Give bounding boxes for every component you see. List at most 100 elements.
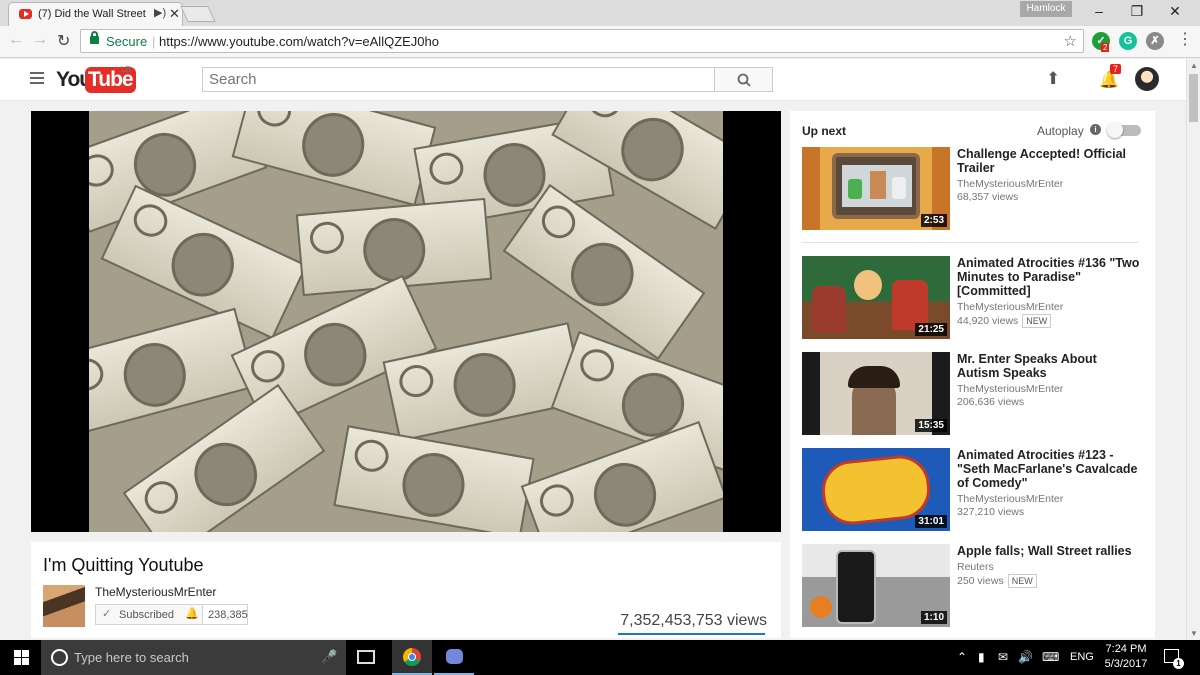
minimize-button[interactable]: – — [1084, 3, 1114, 19]
close-window-button[interactable]: ✕ — [1160, 3, 1190, 20]
page-scrollbar[interactable]: ▲ ▼ — [1186, 59, 1200, 640]
search-button[interactable] — [714, 67, 773, 92]
country-code: LB — [121, 65, 131, 74]
channel-name[interactable]: TheMysteriousMrEnter — [957, 178, 1063, 190]
close-tab-icon[interactable]: ✕ — [169, 6, 180, 22]
scroll-up-arrow-icon[interactable]: ▲ — [1190, 61, 1198, 70]
channel-name[interactable]: TheMysteriousMrEnter — [957, 493, 1063, 505]
video-thumbnail[interactable]: 21:25 — [802, 256, 950, 339]
extension-badge: 2 — [1101, 43, 1110, 52]
audio-playing-icon[interactable]: ▶) — [154, 6, 166, 19]
video-title-link[interactable]: Animated Atrocities #136 "Two Minutes to… — [957, 256, 1142, 298]
taskbar-chrome[interactable] — [392, 640, 432, 675]
video-title-link[interactable]: Animated Atrocities #123 - "Seth MacFarl… — [957, 448, 1142, 490]
chrome-icon — [403, 648, 421, 666]
new-badge: NEW — [1007, 574, 1037, 588]
video-thumbnail[interactable]: 2:53 — [802, 147, 950, 230]
grammarly-icon[interactable]: G — [1119, 32, 1137, 50]
secure-label: Secure — [106, 34, 148, 49]
money-bill — [231, 111, 437, 207]
address-bar[interactable]: Secure | https://www.youtube.com/watch?v… — [80, 29, 1084, 53]
url-text[interactable]: https://www.youtube.com/watch?v=eAllQZEJ… — [159, 34, 439, 49]
view-count-row: 250 views NEW — [957, 574, 1037, 588]
list-item[interactable]: 31:01 Animated Atrocities #123 - "Seth M… — [802, 448, 1142, 532]
scroll-down-arrow-icon[interactable]: ▼ — [1190, 629, 1198, 638]
scrollbar-thumb[interactable] — [1189, 74, 1198, 122]
video-title-link[interactable]: Mr. Enter Speaks About Autism Speaks — [957, 352, 1142, 380]
video-player[interactable] — [31, 111, 781, 532]
money-bill — [333, 425, 535, 532]
channel-name[interactable]: TheMysteriousMrEnter — [957, 383, 1063, 395]
taskbar-search-placeholder: Type here to search — [74, 650, 189, 665]
show-hidden-icons-icon[interactable]: ⌃ — [957, 650, 967, 664]
volume-icon[interactable]: 🔊 — [1018, 650, 1033, 664]
video-title-link[interactable]: Apple falls; Wall Street rallies — [957, 544, 1142, 558]
character-figure — [848, 179, 862, 199]
browser-tab[interactable]: (7) Did the Wall Street ▶) ✕ — [8, 2, 183, 26]
list-item[interactable]: 15:35 Mr. Enter Speaks About Autism Spea… — [802, 352, 1142, 436]
view-count: 206,636 views — [957, 396, 1025, 408]
channel-avatar[interactable] — [43, 585, 85, 627]
cartoon-figure — [854, 270, 882, 300]
video-info-panel: I'm Quitting Youtube TheMysteriousMrEnte… — [31, 542, 781, 638]
list-item[interactable]: 21:25 Animated Atrocities #136 "Two Minu… — [802, 256, 1142, 340]
new-tab-button[interactable] — [180, 6, 216, 22]
list-item[interactable]: 1:10 Apple falls; Wall Street rallies Re… — [802, 544, 1142, 628]
video-thumbnail[interactable]: 1:10 — [802, 544, 950, 627]
hamburger-menu-icon[interactable] — [30, 72, 44, 84]
network-icon[interactable]: ✉ — [998, 650, 1008, 664]
video-duration: 21:25 — [915, 323, 947, 336]
account-avatar[interactable] — [1135, 67, 1159, 91]
lock-icon — [90, 31, 99, 44]
video-duration: 2:53 — [920, 214, 947, 227]
channel-name[interactable]: Reuters — [957, 561, 994, 573]
omnibox-separator: | — [152, 34, 156, 49]
notification-bell-icon[interactable]: 🔔 — [185, 607, 199, 620]
video-thumbnail[interactable]: 31:01 — [802, 448, 950, 531]
checkmark-icon: ✓ — [102, 608, 112, 620]
back-button[interactable]: ← — [8, 31, 24, 49]
autoplay-toggle[interactable] — [1107, 122, 1141, 138]
view-count: 7,352,453,753 views — [620, 612, 767, 629]
view-count: 250 views — [957, 575, 1004, 587]
cartoon-figure — [812, 286, 846, 332]
forward-button[interactable]: → — [32, 31, 48, 49]
view-count-row: 44,920 views NEW — [957, 314, 1052, 328]
search-icon — [737, 73, 751, 87]
taskbar-search-box[interactable]: Type here to search 🎤 — [41, 640, 346, 675]
browser-tab-bar: (7) Did the Wall Street ▶) ✕ Hamlock – ❐… — [0, 0, 1200, 26]
extension-icon-3[interactable]: ✗ — [1146, 32, 1164, 50]
video-title-link[interactable]: Challenge Accepted! Official Trailer — [957, 147, 1142, 175]
microphone-icon[interactable]: 🎤 — [321, 649, 337, 665]
subscribe-button[interactable]: ✓ Subscribed 🔔 — [95, 604, 209, 625]
clock-date: 5/3/2017 — [1104, 658, 1148, 670]
menu-dots-icon[interactable]: ⋮ — [1177, 29, 1193, 49]
video-thumbnail[interactable]: 15:35 — [802, 352, 950, 435]
taskbar-discord[interactable] — [434, 640, 474, 675]
windows-taskbar: Type here to search 🎤 ⌃ ▮ ✉ 🔊 ⌨ ENG 7:24… — [0, 640, 1200, 675]
cortana-icon — [51, 649, 68, 666]
list-item[interactable]: 2:53 Challenge Accepted! Official Traile… — [802, 147, 1142, 231]
reload-button[interactable]: ↻ — [57, 31, 70, 51]
view-count: 44,920 views — [957, 315, 1019, 327]
notification-count: 7 — [1110, 64, 1122, 74]
language-indicator[interactable]: ENG — [1070, 651, 1094, 663]
divider — [802, 242, 1138, 243]
upload-icon[interactable]: ⬆ — [1046, 69, 1060, 89]
system-clock[interactable]: 7:24 PM 5/3/2017 — [1100, 642, 1152, 672]
restore-button[interactable]: ❐ — [1122, 3, 1152, 20]
battery-icon[interactable]: ▮ — [978, 650, 985, 664]
browser-toolbar: ← → ↻ Secure | https://www.youtube.com/w… — [0, 26, 1200, 58]
bookmark-star-icon[interactable]: ☆ — [1064, 32, 1077, 50]
channel-name[interactable]: TheMysteriousMrEnter — [95, 585, 216, 599]
tab-title: (7) Did the Wall Street — [38, 8, 146, 20]
channel-name[interactable]: TheMysteriousMrEnter — [957, 301, 1063, 313]
task-view-icon[interactable] — [357, 650, 375, 664]
keyboard-icon[interactable]: ⌨ — [1042, 650, 1059, 664]
character-figure — [892, 177, 906, 199]
info-icon[interactable]: i — [1090, 124, 1101, 135]
search-input[interactable] — [202, 67, 715, 92]
autoplay-label: Autoplay — [1037, 124, 1084, 138]
profile-name[interactable]: Hamlock — [1020, 1, 1072, 17]
windows-start-icon[interactable] — [14, 650, 29, 665]
